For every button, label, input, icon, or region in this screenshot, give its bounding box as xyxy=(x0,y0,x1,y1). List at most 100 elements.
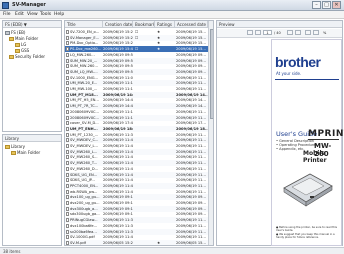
pdf-file-icon xyxy=(66,155,69,160)
pdf-file-icon xyxy=(66,240,69,245)
folder-icon xyxy=(11,151,16,155)
cell-creation-date: 2009/06/05 15:21 xyxy=(103,240,133,245)
column-bookmark[interactable]: Bookmark xyxy=(133,21,155,28)
tree-security-folder[interactable]: Security Folder xyxy=(9,54,45,60)
library-pane-header: Library xyxy=(3,135,61,142)
pdf-file-icon xyxy=(66,235,69,240)
menu-bar: File Edit View Tools Help xyxy=(0,11,344,19)
pdf-file-icon xyxy=(66,178,69,183)
folder-icon xyxy=(15,49,20,53)
file-list-scrollbar[interactable] xyxy=(208,21,213,245)
pdf-file-icon xyxy=(66,172,69,177)
zoom-label: % xyxy=(323,31,327,35)
pdf-file-icon xyxy=(66,218,69,223)
pdf-file-icon xyxy=(66,161,69,166)
pdf-file-icon xyxy=(66,115,69,120)
folder-icon xyxy=(9,37,14,41)
next-page-button[interactable] xyxy=(287,30,293,35)
page-total: / 40 xyxy=(274,31,281,35)
folder-icon xyxy=(9,55,14,59)
close-button[interactable]: ✕ xyxy=(332,1,341,9)
pdf-file-icon xyxy=(66,138,69,143)
pdf-file-icon xyxy=(66,195,69,200)
printer-image xyxy=(283,173,333,207)
cell-title: SV-M.pdf xyxy=(70,240,86,245)
menu-view[interactable]: View xyxy=(27,12,38,17)
pdf-file-icon xyxy=(66,41,69,46)
product-name: Mobile Printer xyxy=(303,150,327,164)
pdf-file-icon xyxy=(66,166,69,171)
folder-pane-header: FS (EDB) ▼ xyxy=(3,21,61,28)
column-accessed-date[interactable]: Accessed date xyxy=(175,21,208,28)
prev-page-button[interactable] xyxy=(255,30,261,35)
scrollbar-thumb[interactable] xyxy=(210,29,213,119)
preview-toolbar: 1 / 40 % xyxy=(217,29,342,38)
pdf-file-icon xyxy=(66,121,69,126)
menu-edit[interactable]: Edit xyxy=(15,12,24,17)
column-creation-date[interactable]: Creation date xyxy=(103,21,133,28)
cell-rating: ★ xyxy=(157,240,161,245)
title-bar: SV-Manager – □ ✕ xyxy=(0,0,344,11)
pdf-file-icon xyxy=(66,69,69,74)
preview-header: Preview xyxy=(217,21,342,28)
pdf-file-icon xyxy=(66,104,69,109)
cell-accessed-date: 2009/06/05 15... xyxy=(176,240,206,245)
last-page-button[interactable] xyxy=(295,30,301,35)
pdf-file-icon xyxy=(66,75,69,80)
library-icon xyxy=(5,145,10,149)
table-row[interactable]: SV-M.pdf 2009/06/05 15:21 ★ 2009/06/05 15..… xyxy=(65,239,208,245)
product-rule xyxy=(308,139,339,140)
pdf-file-icon xyxy=(66,212,69,217)
pdf-file-icon xyxy=(66,109,69,114)
folder-pane: FS (EDB) ▼ FS (EB) Main Folder LG GSS Se… xyxy=(2,20,62,132)
pdf-file-icon xyxy=(66,149,69,154)
column-ratings[interactable]: Ratings xyxy=(155,21,175,28)
pdf-file-icon xyxy=(66,223,69,228)
zoom-in-button[interactable] xyxy=(313,30,319,35)
pdf-file-icon xyxy=(66,81,69,86)
minimize-button[interactable]: – xyxy=(312,1,321,9)
pdf-file-icon xyxy=(66,132,69,137)
pdf-file-icon xyxy=(66,35,69,40)
drive-icon xyxy=(5,31,10,35)
drive-selector[interactable]: FS (EDB) ▼ xyxy=(5,22,27,27)
pdf-file-icon xyxy=(66,189,69,194)
pdf-file-icon xyxy=(66,144,69,148)
pdf-file-icon xyxy=(66,98,69,103)
pdf-file-icon xyxy=(66,52,69,57)
pdf-file-icon xyxy=(66,183,69,188)
first-page-button[interactable] xyxy=(247,30,253,35)
divider xyxy=(275,79,339,80)
product-brand-logo: MPRINT xyxy=(308,129,344,139)
pdf-file-icon xyxy=(66,206,69,211)
pdf-file-icon xyxy=(66,229,69,234)
library-pane: Library Library Main Folder xyxy=(2,134,62,246)
pdf-file-icon xyxy=(66,64,69,69)
pdf-file-icon xyxy=(66,47,69,52)
pdf-file-icon xyxy=(66,58,69,63)
zoom-out-button[interactable] xyxy=(305,30,311,35)
pdf-file-icon xyxy=(66,87,69,91)
window-title: SV-Manager xyxy=(12,2,46,8)
status-bar: 38 items xyxy=(0,247,344,254)
app-icon xyxy=(2,2,9,9)
pdf-file-icon xyxy=(66,126,69,131)
document-preview: brother At your side. User's Guide • Gen… xyxy=(271,39,344,246)
guide-item-3: • Appendix, etc. xyxy=(276,147,305,151)
file-list-pane: Title Creation date Bookmark Ratings Acc… xyxy=(64,20,214,246)
folder-icon xyxy=(15,43,20,47)
maximize-button[interactable]: □ xyxy=(322,1,331,9)
footnote-1: ● Before using the printer, be sure to r… xyxy=(276,226,338,233)
menu-help[interactable]: Help xyxy=(54,12,64,17)
brother-logo: brother xyxy=(275,54,321,70)
status-text: 38 items xyxy=(3,249,21,254)
column-title[interactable]: Title xyxy=(65,21,103,28)
menu-tools[interactable]: Tools xyxy=(40,12,51,17)
tree-library-main-folder[interactable]: Main Folder xyxy=(11,150,40,156)
page-number-input[interactable]: 1 xyxy=(263,30,272,35)
pdf-file-icon xyxy=(66,92,69,97)
pdf-file-icon xyxy=(66,201,69,205)
footnote-2: ● We suggest that you keep this manual i… xyxy=(276,233,335,240)
menu-file[interactable]: File xyxy=(3,12,11,17)
preview-header-label: Preview xyxy=(219,22,235,27)
